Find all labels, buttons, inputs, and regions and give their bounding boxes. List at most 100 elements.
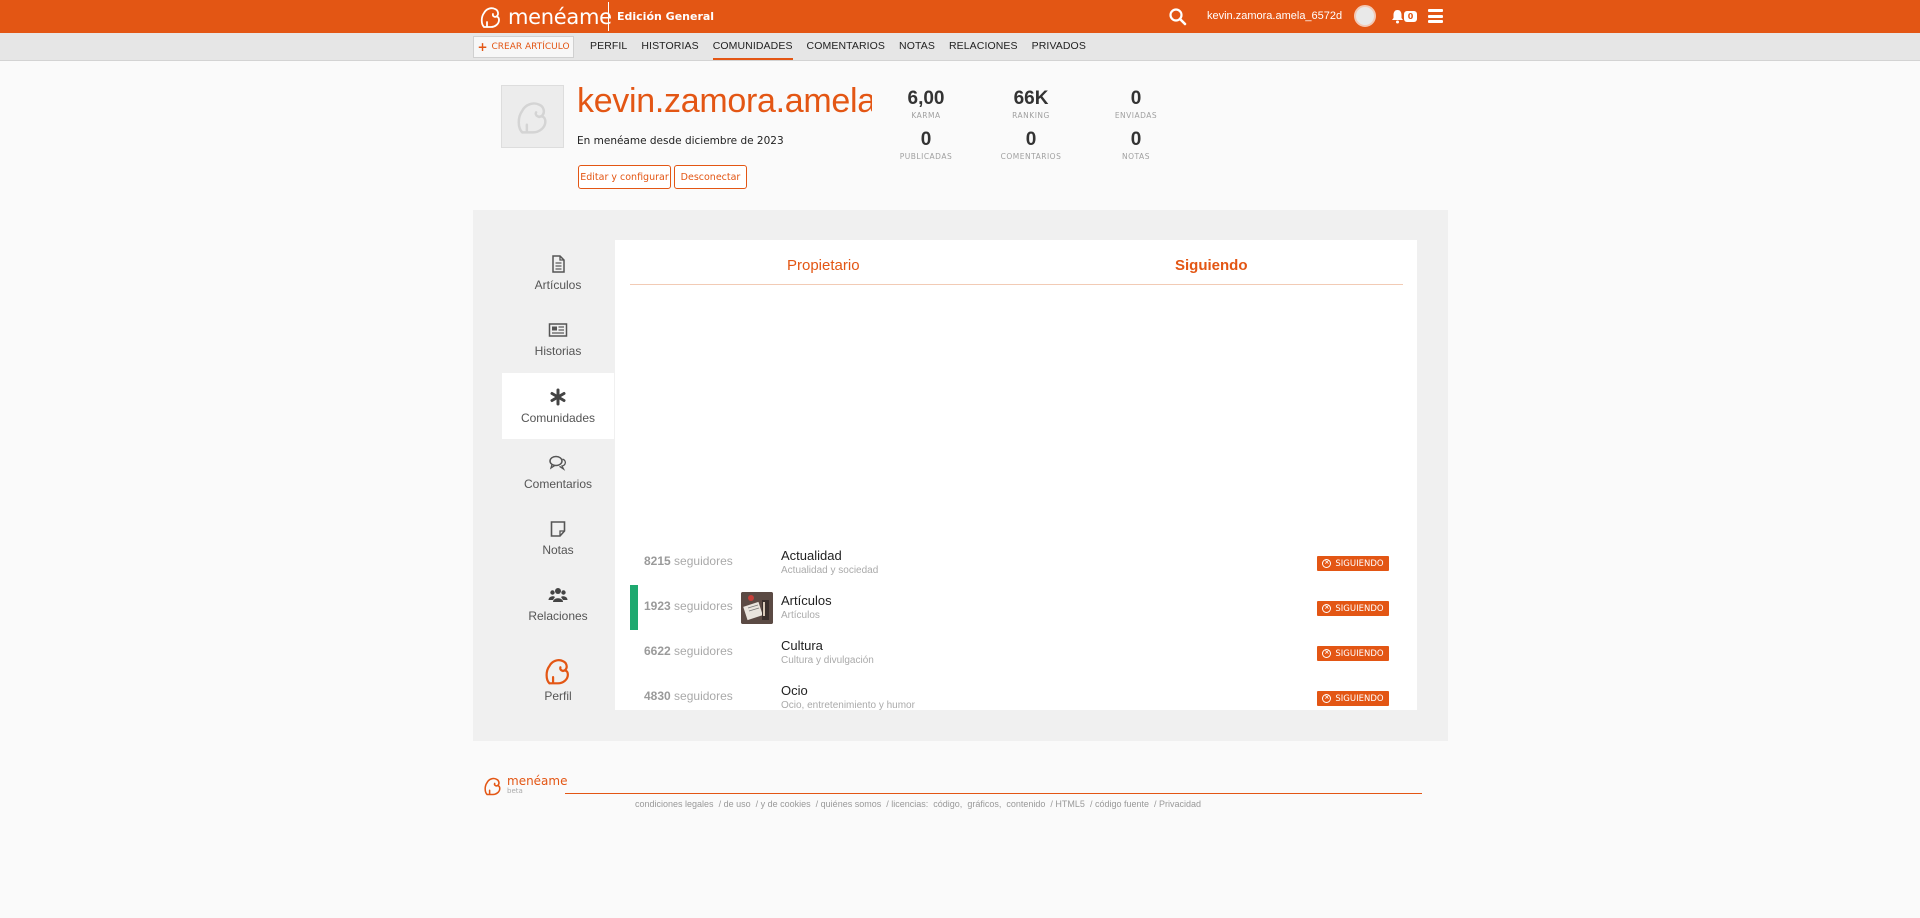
sidebar-item-comentarios[interactable]: Comentarios [502,439,614,505]
tab-comunidades[interactable]: COMUNIDADES [712,33,793,60]
stat-value: 0 [920,129,932,150]
sidebar-item-label: Comunidades [520,411,596,425]
logout-button[interactable]: Desconectar [674,165,747,189]
footer-link[interactable]: / de uso [719,799,751,809]
bell-icon [1392,10,1403,24]
followers-word: seguidores [674,599,733,613]
stat-publicadas: 0 PUBLICADAS [881,129,971,161]
followers-word: seguidores [674,554,733,568]
footer-link[interactable]: contenido [1006,799,1045,809]
close-icon: × [1322,604,1332,613]
footer-beta: beta [507,787,523,795]
list-item: 4830 seguidores Ocio Ocio, entretenimien… [615,675,1417,720]
tab-privados[interactable]: PRIVADOS [1032,33,1086,60]
edit-profile-button[interactable]: Editar y configurar [578,165,671,189]
community-image[interactable] [741,592,773,624]
sidebar-item-label: Comentarios [523,477,593,491]
list-item: 1923 seguidores Artículos Artículos × SI… [615,585,1417,630]
community-description: Artículos [781,610,820,621]
stat-label: COMENTARIOS [1000,152,1062,161]
communities-card: Propietario Siguiendo 8215 seguidores Ac… [615,240,1417,711]
footer-link[interactable]: / quiénes somos [816,799,882,809]
footer-link[interactable]: / código fuente [1090,799,1149,809]
stat-value: 66K [1013,88,1049,109]
followers-count: 1923 seguidores [644,599,733,613]
footer-link[interactable]: / Privacidad [1154,799,1201,809]
followers-number: 4830 [644,689,671,703]
following-button[interactable]: × SIGUIENDO [1317,601,1389,616]
document-icon [552,255,565,273]
stat-label: ENVIADAS [1114,111,1158,120]
community-description: Cultura y divulgación [781,655,874,666]
footer-logo-text: menéame [507,774,568,788]
notifications-button[interactable]: 0 [1391,9,1419,25]
stat-value: 0 [1025,129,1037,150]
following-button[interactable]: × SIGUIENDO [1317,556,1389,571]
tab-propietario[interactable]: Propietario [787,257,860,274]
followers-number: 8215 [644,554,671,568]
list-item: 6622 seguidores Cultura Cultura y divulg… [615,630,1417,675]
followers-number: 1923 [644,599,671,613]
footer-link[interactable]: condiciones legales [635,799,714,809]
footer-logo[interactable]: menéame beta [482,775,568,797]
username[interactable]: kevin.zamora.amela_6572d [1207,10,1342,22]
logo-separator [608,2,609,31]
close-icon: × [1322,694,1332,703]
sidebar-item-label: Historias [534,344,582,358]
following-button[interactable]: × SIGUIENDO [1317,646,1389,661]
edition-label[interactable]: Edición General [617,10,714,23]
followers-number: 6622 [644,644,671,658]
community-name[interactable]: Actualidad [781,548,842,563]
followers-word: seguidores [674,689,733,703]
create-article-label: CREAR ARTÍCULO [491,42,570,52]
sidebar-item-relaciones[interactable]: Relaciones [502,571,614,637]
stat-value: 6,00 [907,88,945,109]
footer-divider [565,793,1422,794]
community-name[interactable]: Cultura [781,638,823,653]
footer-logo-icon [484,777,501,796]
following-label: SIGUIENDO [1335,603,1384,614]
stat-label: PUBLICADAS [899,152,953,161]
logo-text: menéame [508,4,612,29]
footer-links: condiciones legales / de uso / y de cook… [635,799,1201,809]
default-avatar-icon [517,101,547,134]
followers-count: 8215 seguidores [644,554,733,568]
profile-name: kevin.zamora.amela_ [577,82,872,120]
footer-link[interactable]: / HTML5 [1050,799,1085,809]
logo-icon [480,6,500,28]
community-name[interactable]: Ocio [781,683,808,698]
footer-link[interactable]: gráficos, [967,799,1001,809]
tab-historias[interactable]: HISTORIAS [641,33,698,60]
following-button[interactable]: × SIGUIENDO [1317,691,1389,706]
stat-enviadas: 0 ENVIADAS [1091,88,1181,120]
sidebar-item-historias[interactable]: Historias [502,306,614,372]
tab-relaciones[interactable]: RELACIONES [949,33,1018,60]
tab-notas[interactable]: NOTAS [899,33,935,60]
footer-link[interactable]: código, [933,799,962,809]
tab-comentarios[interactable]: COMENTARIOS [807,33,886,60]
close-icon: × [1322,559,1332,568]
menu-icon[interactable] [1428,9,1443,23]
followers-word: seguidores [674,644,733,658]
comments-icon [549,455,567,471]
member-since: En menéame desde diciembre de 2023 [577,135,784,147]
avatar[interactable] [1354,5,1376,27]
profile-tabs: PERFIL HISTORIAS COMUNIDADES COMENTARIOS… [590,33,1100,60]
logo[interactable]: menéame [478,3,612,30]
tab-siguiendo[interactable]: Siguiendo [1175,257,1248,274]
create-article-button[interactable]: + CREAR ARTÍCULO [473,36,574,58]
profile-avatar[interactable] [501,85,564,148]
sidebar-item-label: Relaciones [528,609,588,623]
footer-link[interactable]: / y de cookies [756,799,811,809]
community-name[interactable]: Artículos [781,593,832,608]
sidebar-item-comunidades[interactable]: Comunidades [502,373,614,439]
sidebar-item-label: Artículos [534,278,582,292]
following-label: SIGUIENDO [1335,648,1384,659]
search-icon[interactable] [1168,7,1188,27]
sidebar-item-articulos[interactable]: Artículos [502,240,614,306]
tab-perfil[interactable]: PERFIL [590,33,627,60]
sidebar-item-notas[interactable]: Notas [502,505,614,571]
stat-value: 0 [1130,88,1142,109]
sidebar-item-perfil[interactable]: Perfil [502,642,614,716]
profile-logo-icon [545,659,569,685]
